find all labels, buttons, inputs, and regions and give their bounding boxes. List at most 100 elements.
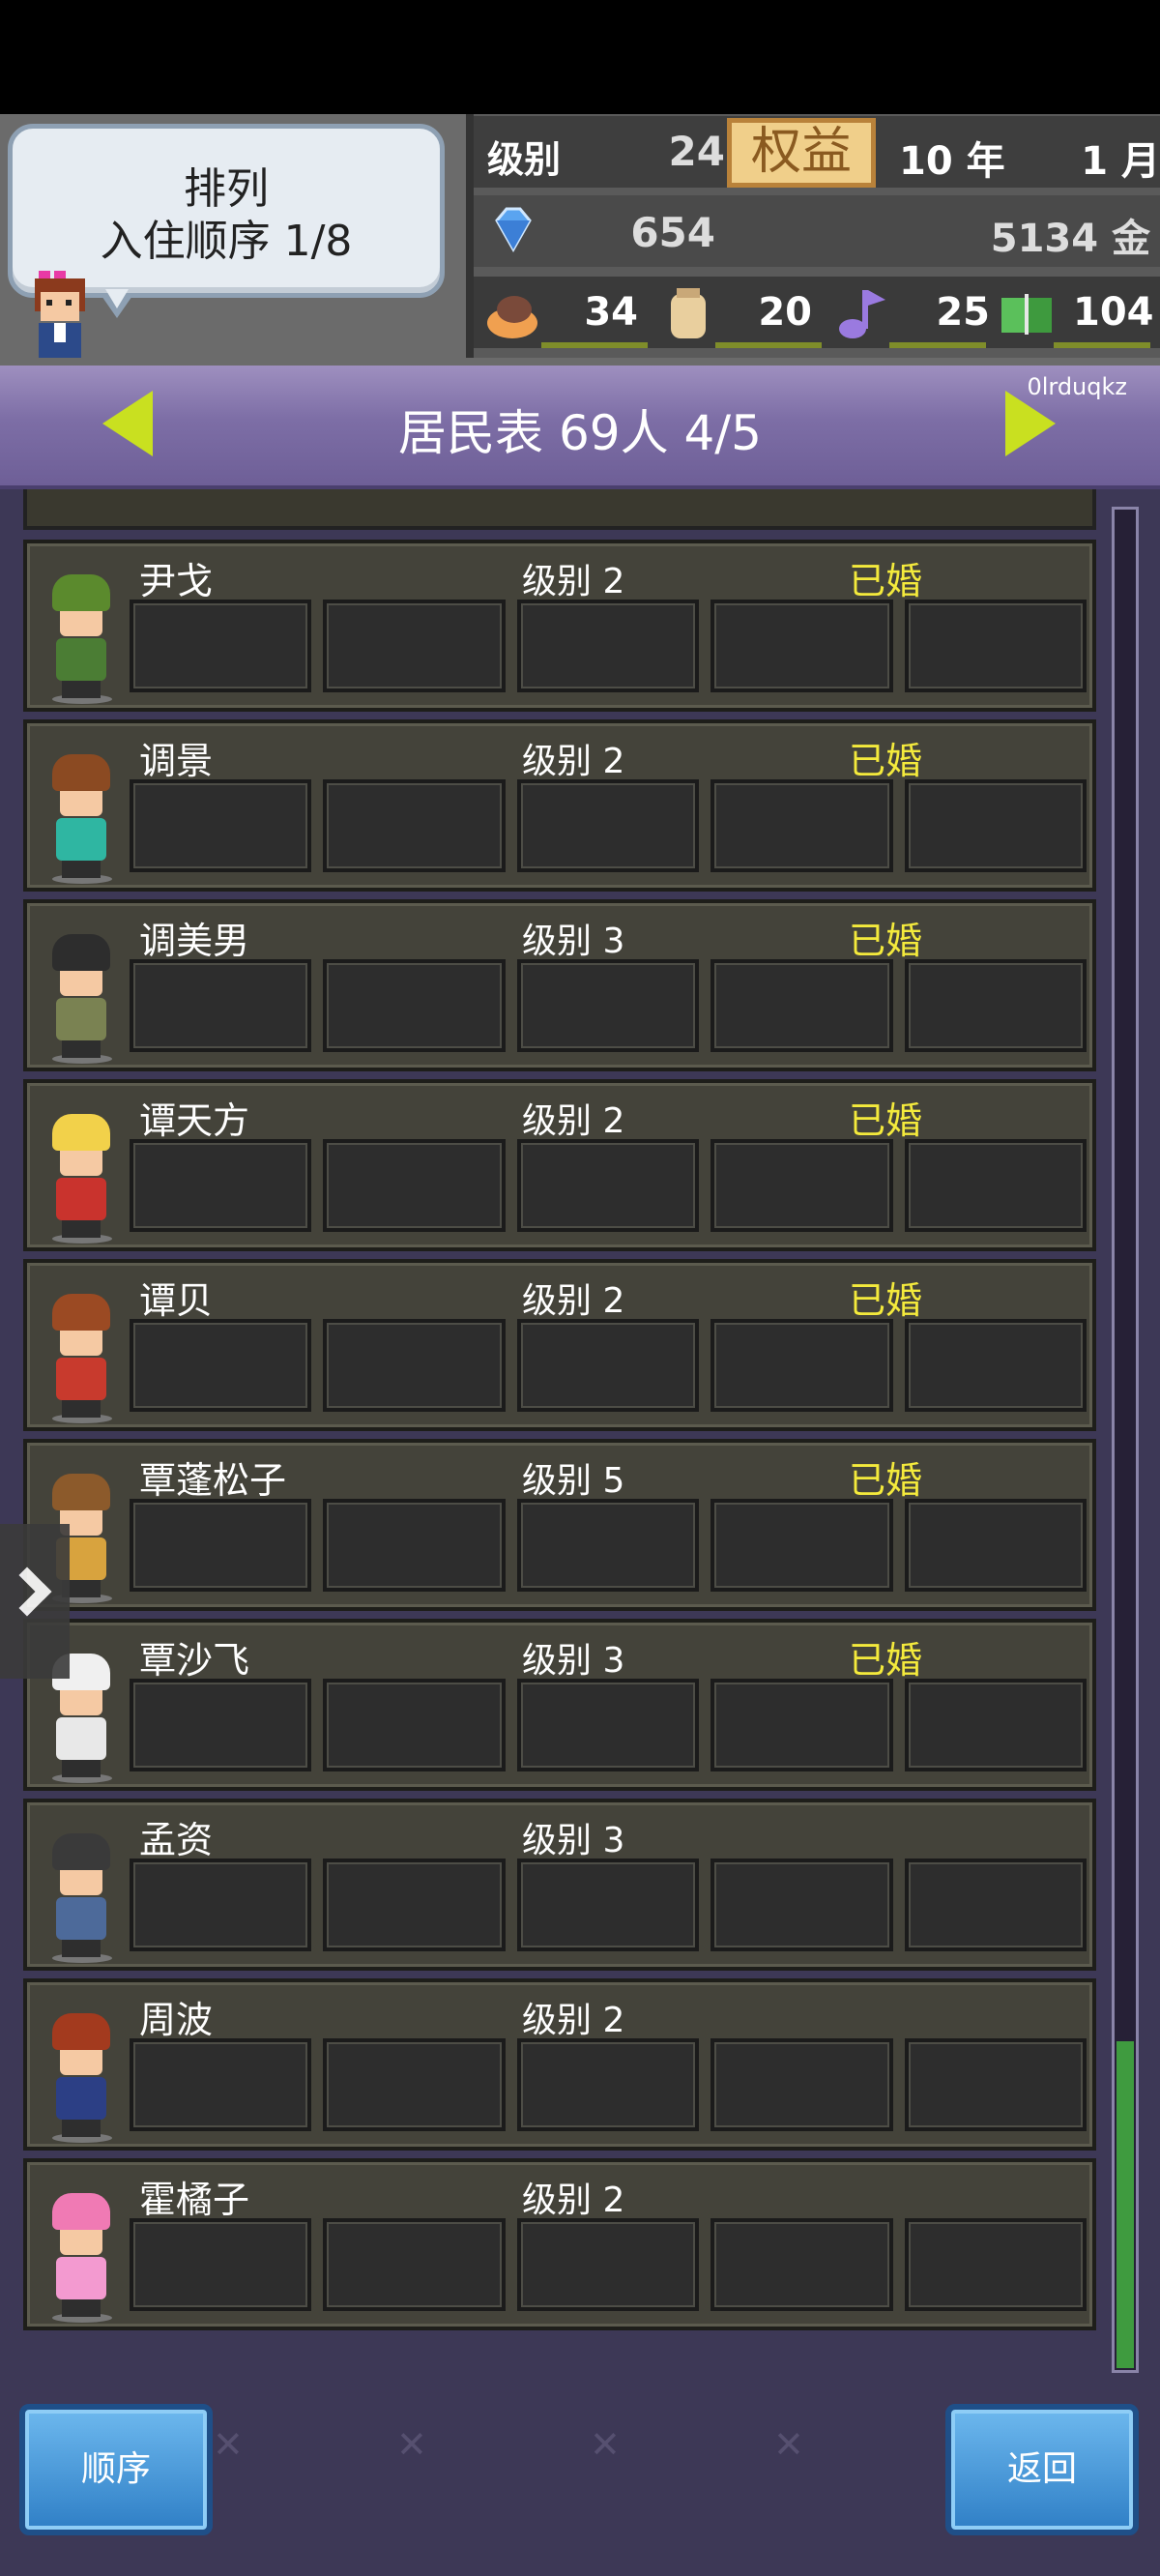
list-item[interactable]: 尹戈 级别 2 已婚 (23, 540, 1096, 712)
scroll-thumb[interactable] (1116, 2041, 1134, 2368)
food-count: 34 (584, 290, 638, 335)
item-slot[interactable] (323, 1139, 506, 1232)
resident-level: 级别 3 (522, 1821, 625, 1860)
item-slot[interactable] (323, 1319, 506, 1412)
item-slot[interactable] (516, 779, 700, 872)
equipment-slots (130, 1859, 1088, 1951)
item-slot[interactable] (130, 959, 312, 1052)
marital-status: 已婚 (849, 1639, 923, 1682)
item-slot[interactable] (323, 1679, 506, 1771)
item-slot[interactable] (710, 2218, 893, 2311)
item-slot[interactable] (710, 779, 893, 872)
item-slot[interactable] (323, 959, 506, 1052)
list-item[interactable]: 谭天方 级别 2 已婚 (23, 1079, 1096, 1251)
resident-list: 尹戈 级别 2 已婚 调景 级别 2 已婚 调美男 级别 3 已婚 谭天方 级别 2 已婚 谭贝 级别 2… (0, 489, 1160, 2576)
item-slot[interactable] (130, 1319, 312, 1412)
item-slot[interactable] (130, 1499, 312, 1592)
item-slot[interactable] (904, 1679, 1088, 1771)
list-item[interactable]: 周波 级别 2 (23, 1978, 1096, 2151)
item-slot[interactable] (323, 779, 506, 872)
item-slot[interactable] (130, 600, 312, 692)
side-drawer-tab[interactable] (0, 1524, 70, 1679)
item-slot[interactable] (904, 959, 1088, 1052)
equipment-slots (130, 779, 1088, 872)
resident-avatar-icon (33, 2009, 130, 2145)
item-slot[interactable] (904, 1859, 1088, 1951)
list-item[interactable]: 覃沙飞 级别 3 已婚 (23, 1619, 1096, 1791)
resident-list-title: 居民表 69人 4/5 (398, 405, 762, 461)
list-item[interactable]: 霍橘子 级别 2 (23, 2158, 1096, 2330)
currency-row: 654 5134 金 (474, 195, 1160, 267)
resident-avatar-icon (33, 571, 130, 706)
item-slot[interactable] (130, 1859, 312, 1951)
stats-panel: 级别 24 权益 10 年 1 月 654 5134 金 34 20 25 10… (466, 114, 1160, 358)
item-slot[interactable] (516, 1679, 700, 1771)
item-slot[interactable] (904, 1139, 1088, 1232)
item-slot[interactable] (904, 600, 1088, 692)
mascot-avatar-icon (35, 271, 85, 358)
resident-name: 孟资 (139, 1819, 214, 1861)
resident-level: 级别 3 (522, 922, 625, 961)
item-slot[interactable] (710, 1679, 893, 1771)
item-slot[interactable] (710, 1859, 893, 1951)
music-resource: 25 (831, 280, 996, 348)
item-slot[interactable] (516, 1859, 700, 1951)
item-slot[interactable] (323, 2218, 506, 2311)
year-value: 10 年 (899, 139, 1005, 184)
list-item[interactable]: 孟资 级别 3 (23, 1799, 1096, 1971)
item-slot[interactable] (516, 1139, 700, 1232)
item-slot[interactable] (323, 1499, 506, 1592)
item-slot[interactable] (904, 1499, 1088, 1592)
order-button[interactable]: 顺序 (19, 2404, 213, 2535)
item-slot[interactable] (904, 2218, 1088, 2311)
item-slot[interactable] (516, 2038, 700, 2131)
resident-level: 级别 2 (522, 2001, 625, 2040)
resident-level: 级别 2 (522, 1101, 625, 1141)
item-slot[interactable] (130, 1139, 312, 1232)
next-page-arrow-icon[interactable] (1005, 391, 1056, 456)
resident-avatar-icon (33, 1290, 130, 1425)
list-item[interactable]: 覃蓬松子 级别 5 已婚 (23, 1439, 1096, 1611)
item-slot[interactable] (323, 1859, 506, 1951)
item-slot[interactable] (904, 2038, 1088, 2131)
goods-count: 20 (758, 290, 812, 335)
equipment-slots (130, 2038, 1088, 2131)
gold-amount: 5134 金 (990, 217, 1150, 261)
perks-button[interactable]: 权益 (727, 118, 876, 188)
equipment-slots (130, 1319, 1088, 1412)
item-slot[interactable] (516, 600, 700, 692)
resident-name: 覃沙飞 (139, 1639, 250, 1682)
chevron-right-icon (2, 1566, 52, 1617)
item-slot[interactable] (710, 1139, 893, 1232)
back-button[interactable]: 返回 (945, 2404, 1139, 2535)
list-item[interactable]: 调美男 级别 3 已婚 (23, 899, 1096, 1071)
item-slot[interactable] (710, 600, 893, 692)
item-slot[interactable] (516, 2218, 700, 2311)
item-slot[interactable] (323, 600, 506, 692)
list-scrollbar[interactable] (1112, 507, 1139, 2373)
item-slot[interactable] (130, 1679, 312, 1771)
item-slot[interactable] (130, 779, 312, 872)
item-slot[interactable] (516, 959, 700, 1052)
item-slot[interactable] (130, 2038, 312, 2131)
item-slot[interactable] (516, 1319, 700, 1412)
list-item[interactable]: 谭贝 级别 2 已婚 (23, 1259, 1096, 1431)
item-slot[interactable] (710, 1319, 893, 1412)
level-row: 级别 24 权益 10 年 1 月 (474, 116, 1160, 188)
item-slot[interactable] (130, 2218, 312, 2311)
item-slot[interactable] (710, 1499, 893, 1592)
user-id-tag: 0lrduqkz (1027, 373, 1127, 400)
list-item[interactable]: 调景 级别 2 已婚 (23, 719, 1096, 892)
equipment-slots (130, 1499, 1088, 1592)
item-slot[interactable] (710, 2038, 893, 2131)
equipment-slots (130, 2218, 1088, 2311)
goods-resource: 20 (657, 280, 831, 348)
item-slot[interactable] (904, 1319, 1088, 1412)
marital-status: 已婚 (849, 1279, 923, 1322)
item-slot[interactable] (516, 1499, 700, 1592)
item-slot[interactable] (710, 959, 893, 1052)
item-slot[interactable] (904, 779, 1088, 872)
item-slot[interactable] (323, 2038, 506, 2131)
sort-order-value: 入住顺序 1/8 (100, 217, 353, 266)
list-item-partial (23, 489, 1096, 530)
